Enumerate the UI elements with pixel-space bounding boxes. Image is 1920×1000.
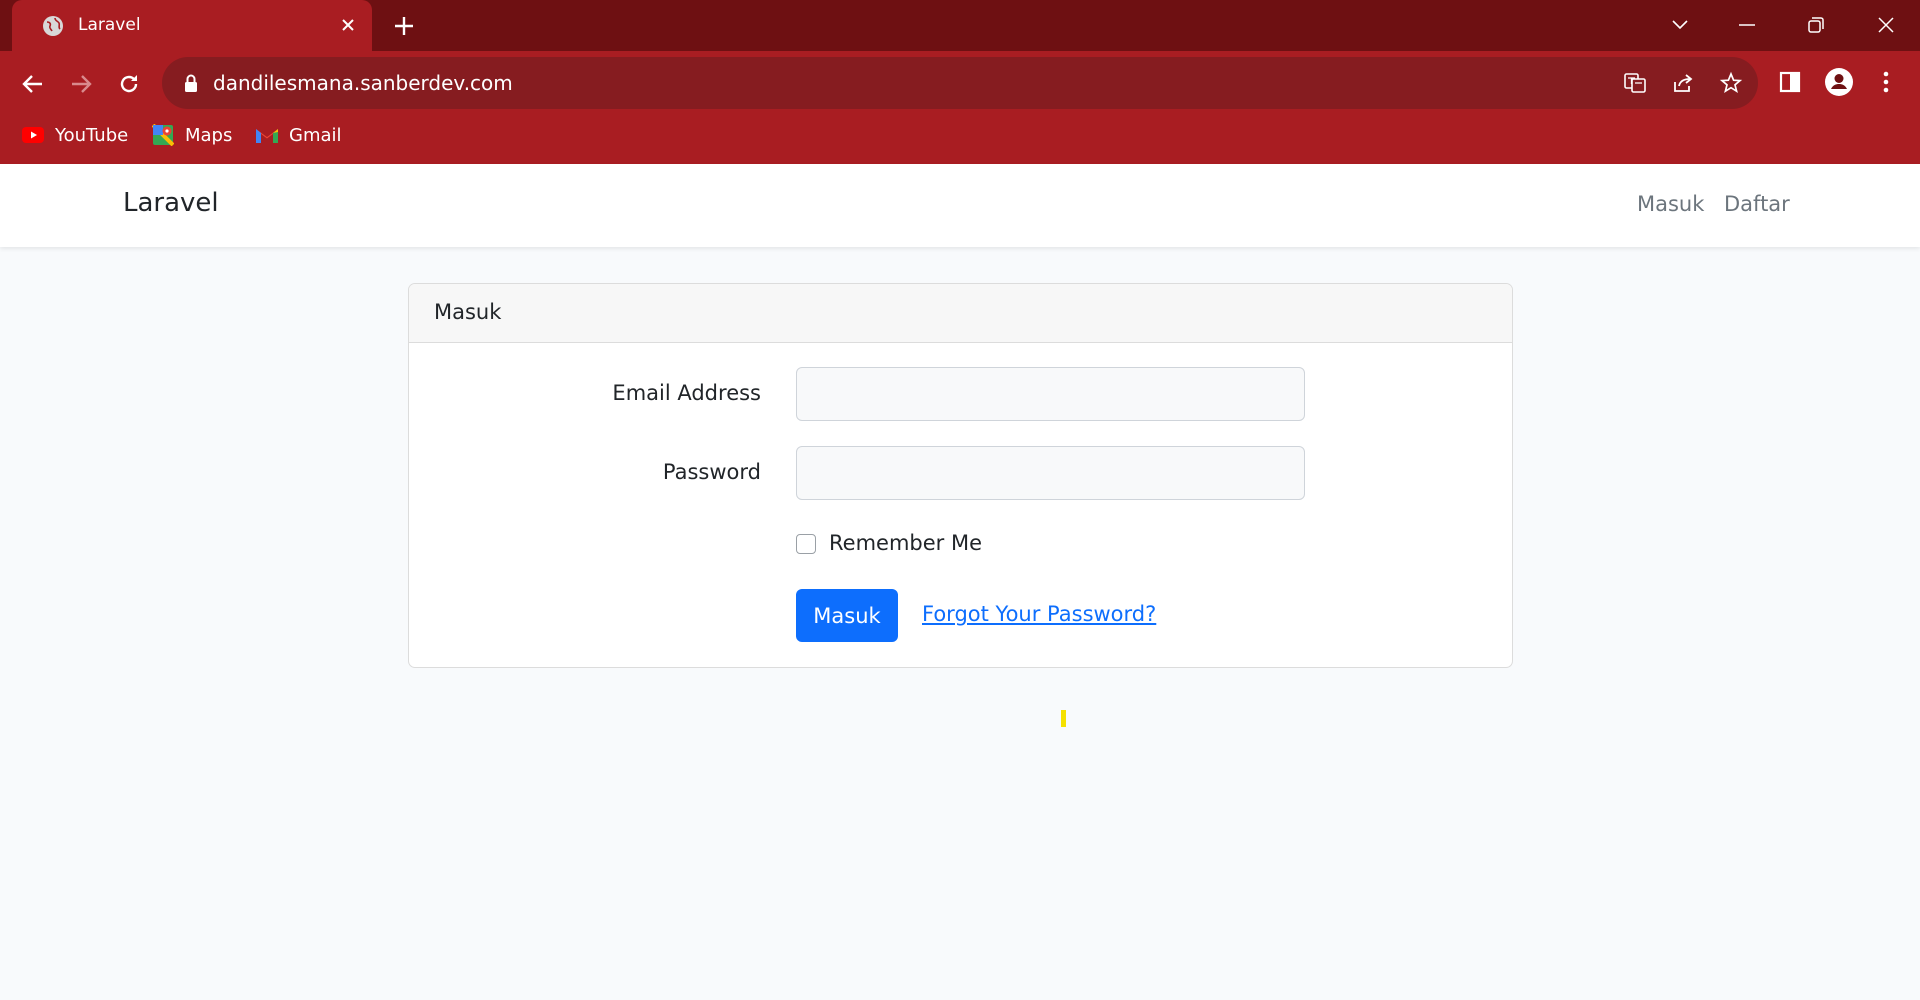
text-cursor-marker — [1061, 710, 1066, 727]
browser-tab[interactable]: Laravel — [12, 0, 372, 51]
menu-kebab-icon[interactable] — [1868, 64, 1904, 100]
globe-icon — [42, 15, 64, 37]
nav-link-masuk[interactable]: Masuk — [1637, 192, 1704, 216]
app-navbar: Laravel Masuk Daftar — [0, 164, 1920, 247]
tab-search-icon[interactable] — [1665, 10, 1695, 40]
nav-link-daftar[interactable]: Daftar — [1724, 192, 1790, 216]
remember-me-label[interactable]: Remember Me — [829, 531, 982, 555]
close-window-icon[interactable] — [1871, 10, 1901, 40]
lock-icon[interactable] — [182, 73, 200, 93]
tab-strip: Laravel — [0, 0, 1920, 51]
share-icon[interactable] — [1669, 69, 1697, 97]
password-field[interactable] — [796, 446, 1305, 500]
maps-icon — [151, 123, 175, 147]
browser-toolbar: dandilesmana.sanberdev.com YouTube Maps … — [0, 51, 1920, 164]
email-label: Email Address — [612, 381, 761, 405]
login-button[interactable]: Masuk — [796, 589, 898, 642]
back-arrow-icon[interactable] — [16, 67, 50, 101]
card-header: Masuk — [409, 284, 1512, 343]
bookmark-gmail[interactable]: Gmail — [255, 117, 342, 153]
email-field[interactable] — [796, 367, 1305, 421]
bookmark-star-icon[interactable] — [1717, 69, 1745, 97]
profile-avatar-icon[interactable] — [1821, 64, 1857, 100]
forgot-password-link[interactable]: Forgot Your Password? — [922, 602, 1156, 626]
bookmark-label-maps: Maps — [185, 124, 233, 146]
password-label: Password — [662, 460, 761, 484]
forward-arrow-icon[interactable] — [64, 67, 98, 101]
side-panel-icon[interactable] — [1772, 64, 1808, 100]
minimize-icon[interactable] — [1732, 10, 1762, 40]
bookmark-label-gmail: Gmail — [289, 124, 342, 146]
reload-icon[interactable] — [112, 67, 146, 101]
translate-icon[interactable] — [1621, 69, 1649, 97]
bookmark-maps[interactable]: Maps — [151, 117, 232, 153]
brand-link[interactable]: Laravel — [123, 188, 219, 218]
bookmark-youtube[interactable]: YouTube — [21, 117, 128, 153]
login-card: Masuk Email Address Password Remember Me… — [408, 283, 1513, 668]
tab-title: Laravel — [78, 15, 141, 35]
bookmark-label-youtube: YouTube — [55, 124, 129, 146]
youtube-icon — [21, 123, 45, 147]
address-bar[interactable]: dandilesmana.sanberdev.com — [162, 57, 1758, 109]
restore-icon[interactable] — [1801, 10, 1831, 40]
remember-me-checkbox[interactable] — [796, 534, 816, 554]
url-text: dandilesmana.sanberdev.com — [213, 71, 513, 95]
gmail-icon — [255, 123, 279, 147]
card-title: Masuk — [434, 300, 502, 324]
new-tab-icon[interactable] — [390, 12, 418, 40]
close-tab-icon[interactable] — [336, 13, 360, 37]
